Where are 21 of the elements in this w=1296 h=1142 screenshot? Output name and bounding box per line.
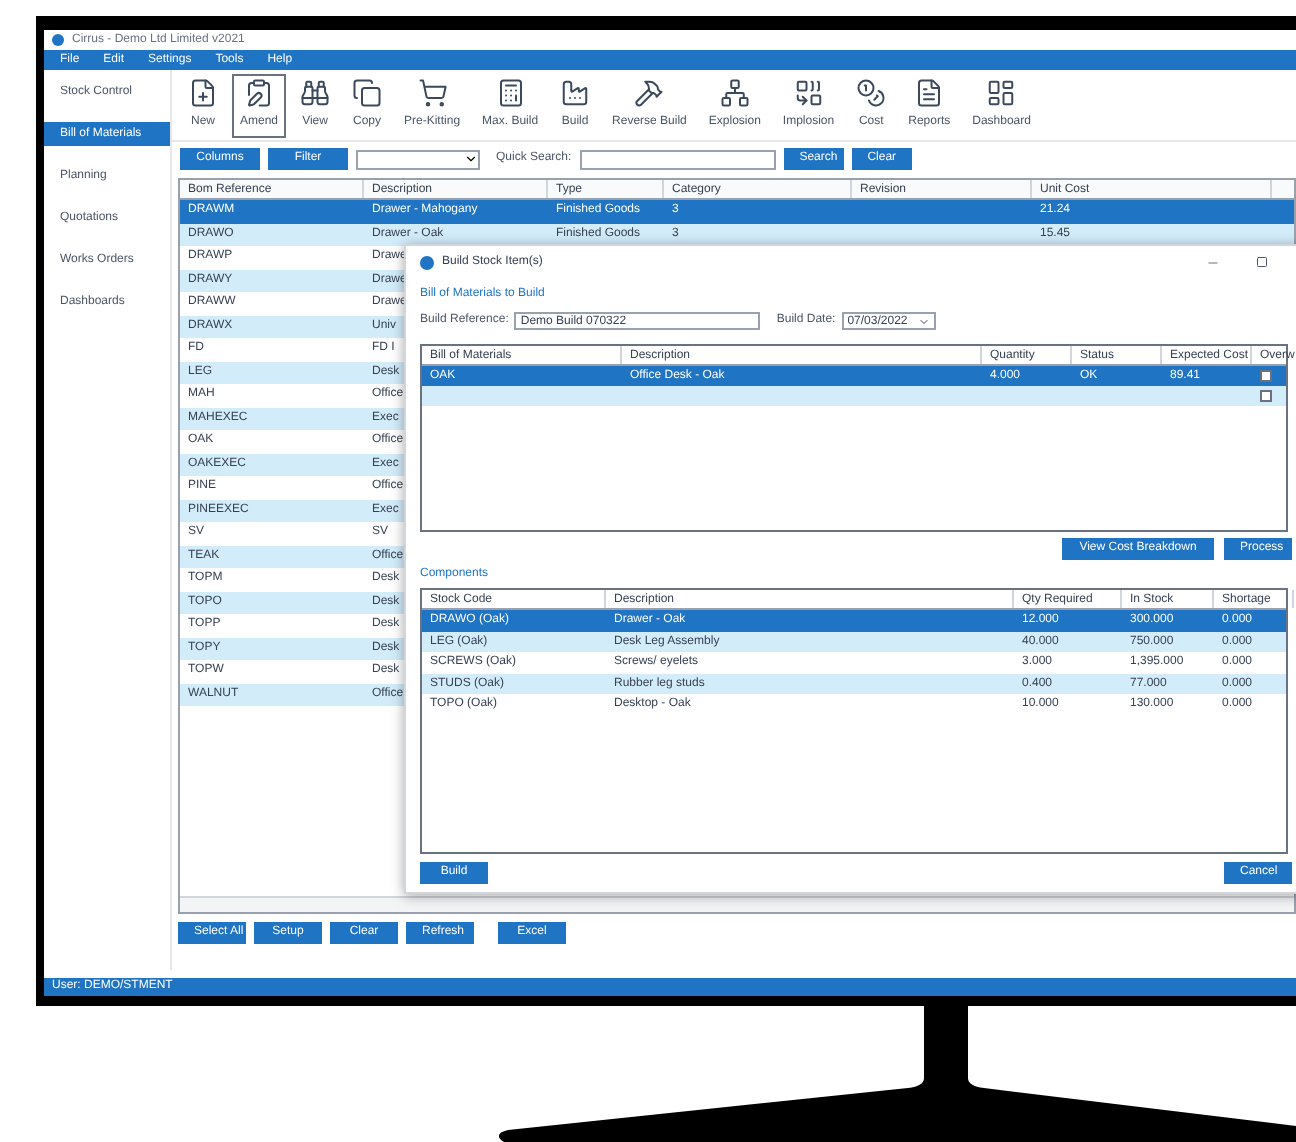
network-icon	[719, 78, 750, 108]
document-icon	[914, 78, 945, 108]
merge-icon	[793, 78, 824, 108]
checkbox[interactable]	[1260, 390, 1272, 402]
copy-icon	[352, 78, 383, 108]
quick-search-field[interactable]	[579, 149, 776, 169]
file-icon	[188, 78, 218, 108]
cart-icon	[417, 78, 448, 108]
hammer-icon	[634, 78, 665, 108]
binoculars-icon	[300, 78, 331, 108]
dashboard-icon	[986, 78, 1017, 108]
calculator-icon	[495, 78, 526, 108]
checkbox[interactable]	[1260, 370, 1272, 382]
coins-icon	[856, 78, 887, 108]
clipboard-icon	[244, 78, 274, 108]
horizontal-scrollbar[interactable]	[180, 896, 1294, 912]
maximize-icon[interactable]	[1256, 256, 1268, 268]
factory-icon	[560, 78, 591, 108]
filter-dropdown[interactable]	[356, 149, 480, 169]
app-logo-icon	[420, 255, 434, 269]
app-logo-icon	[52, 34, 64, 46]
